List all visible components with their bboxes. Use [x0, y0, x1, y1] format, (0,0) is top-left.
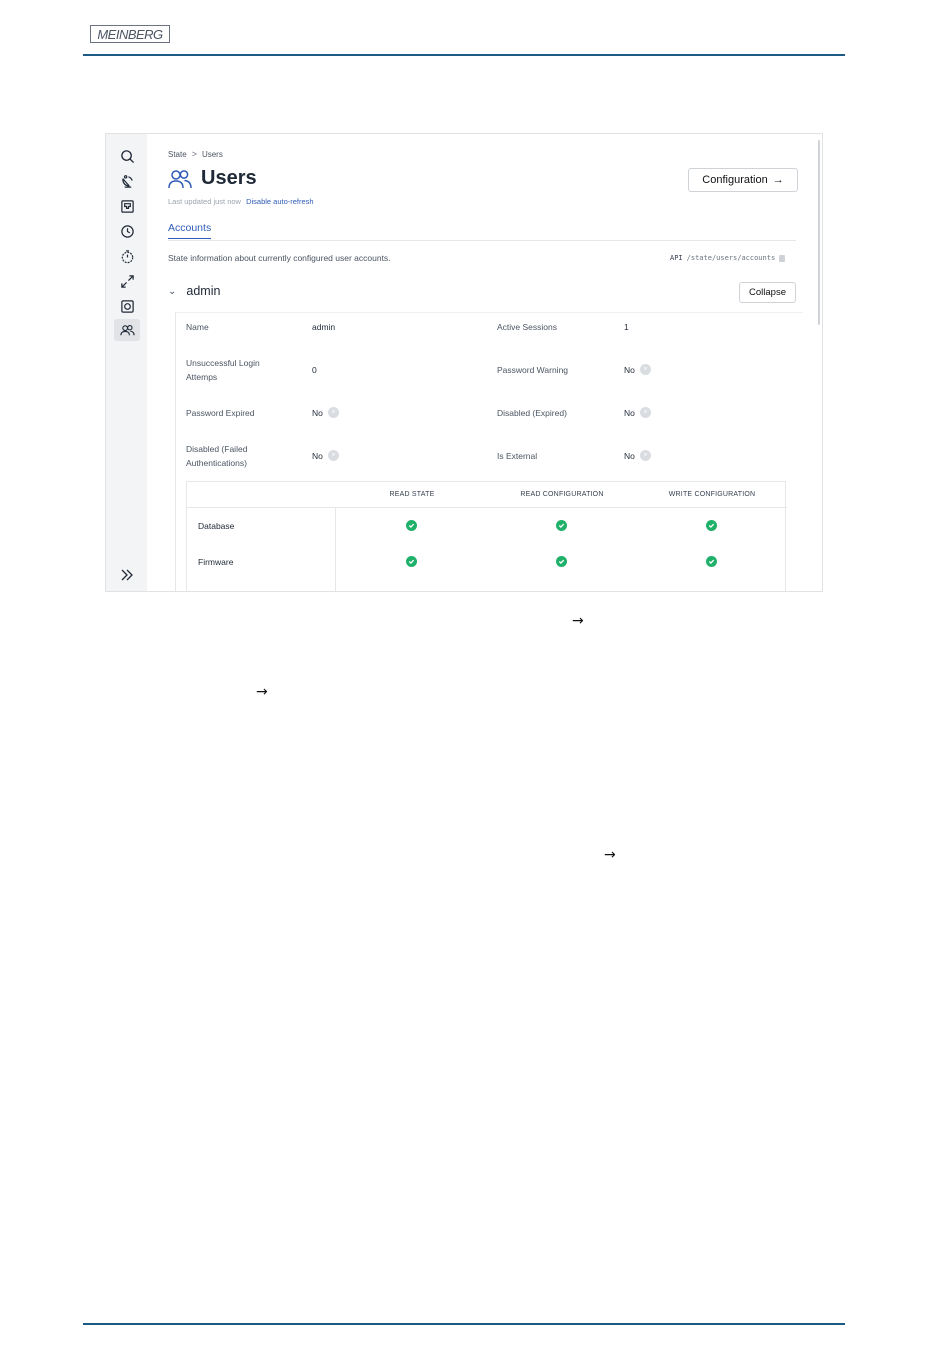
check-circle-icon: [556, 520, 567, 531]
unsuccessful-login-label-line1: Unsuccessful Login: [186, 358, 260, 368]
x-circle-icon: ×: [639, 364, 651, 375]
info-text: State information about currently config…: [168, 253, 391, 263]
disk-icon[interactable]: [114, 295, 140, 317]
unsuccessful-login-label-line2: Attemps: [186, 372, 218, 382]
doc-arrow-3: →: [604, 847, 616, 863]
name-value-text: admin: [312, 322, 336, 332]
clock-icon[interactable]: [114, 220, 140, 242]
disable-auto-refresh-link[interactable]: Disable auto-refresh: [246, 197, 314, 206]
x-circle-icon: ×: [639, 450, 651, 461]
disabled-expired-value-text: No: [624, 407, 635, 418]
password-warning-value: No ×: [624, 364, 651, 375]
unsuccessful-login-value: 0: [312, 365, 317, 375]
double-chevron-right-icon[interactable]: [116, 564, 138, 586]
last-updated-text: Last updated just now Disable auto-refre…: [168, 197, 314, 206]
active-sessions-label: Active Sessions: [497, 322, 557, 332]
check-circle-icon: [706, 520, 717, 531]
x-circle-icon: ×: [327, 407, 339, 418]
name-label: Name: [186, 322, 209, 332]
meinberg-logo: MEINBERG: [90, 25, 170, 43]
permissions-column-divider: [335, 508, 336, 591]
tab-accounts[interactable]: Accounts: [168, 222, 212, 239]
disabled-failed-label-line1: Disabled (Failed: [186, 444, 248, 454]
x-circle-icon: ×: [639, 407, 651, 418]
header-rule: [83, 54, 845, 56]
doc-arrow-2: →: [256, 684, 268, 700]
permissions-table-header: READ STATE READ CONFIGURATION WRITE CONF…: [187, 482, 787, 508]
breadcrumb: State > Users: [168, 149, 223, 159]
last-updated-label: Last updated just now: [168, 197, 241, 206]
check-circle-icon: [706, 556, 717, 567]
footer-rule: [83, 1323, 845, 1325]
users-icon[interactable]: [114, 319, 140, 341]
arrow-right-icon: →: [772, 174, 784, 186]
main-panel: State > Users Users Last updated just no…: [147, 134, 822, 591]
permissions-table: READ STATE READ CONFIGURATION WRITE CONF…: [186, 481, 787, 591]
unsuccessful-login-label: Unsuccessful Login Attemps: [186, 356, 260, 384]
name-value: admin: [312, 322, 335, 332]
breadcrumb-separator: >: [191, 149, 197, 159]
configuration-button-label: Configuration: [702, 174, 768, 186]
chevron-down-icon[interactable]: ⌄: [168, 286, 176, 297]
check-circle-icon: [406, 520, 417, 531]
breadcrumb-state[interactable]: State: [168, 150, 187, 159]
account-header[interactable]: ⌄ admin: [168, 284, 220, 298]
breadcrumb-users[interactable]: Users: [202, 150, 223, 159]
api-label: API: [670, 254, 683, 262]
is-external-value-text: No: [624, 450, 635, 461]
api-path: API /state/users/accounts: [670, 254, 786, 262]
network-port-icon[interactable]: [114, 195, 140, 217]
page-title: Users: [201, 167, 257, 189]
configuration-button[interactable]: Configuration →: [688, 168, 798, 192]
unsuccessful-login-value-text: 0: [312, 365, 317, 375]
stopwatch-icon[interactable]: [114, 245, 140, 267]
active-sessions-value: 1: [624, 322, 629, 332]
column-write-configuration: WRITE CONFIGURATION: [668, 491, 756, 498]
satellite-dish-icon[interactable]: [114, 170, 140, 192]
doc-arrow-1: →: [572, 613, 584, 629]
is-external-label: Is External: [497, 451, 538, 461]
disabled-failed-label-line2: Authentications): [186, 458, 247, 468]
expand-arrows-icon[interactable]: [114, 270, 140, 292]
is-external-value: No ×: [624, 450, 651, 461]
disabled-expired-value: No ×: [624, 407, 651, 418]
disabled-failed-label: Disabled (Failed Authentications): [186, 442, 247, 470]
disabled-failed-value: No ×: [312, 450, 339, 461]
password-expired-label: Password Expired: [186, 408, 255, 418]
column-read-configuration: READ CONFIGURATION: [520, 491, 604, 498]
search-icon[interactable]: [114, 145, 140, 167]
table-row-firmware: Firmware: [198, 557, 234, 567]
column-read-state: READ STATE: [389, 491, 435, 498]
x-circle-icon: ×: [327, 450, 339, 461]
api-path-text: /state/users/accounts: [686, 254, 776, 262]
tab-divider: [168, 240, 796, 241]
users-title-icon: [168, 169, 192, 188]
active-sessions-value-text: 1: [624, 322, 629, 332]
password-expired-value-text: No: [312, 407, 323, 418]
disabled-failed-value-text: No: [312, 450, 323, 461]
sidebar: [106, 134, 147, 591]
collapse-button[interactable]: Collapse: [739, 282, 796, 303]
copy-icon[interactable]: [779, 254, 786, 262]
password-expired-value: No ×: [312, 407, 339, 418]
check-circle-icon: [406, 556, 417, 567]
page-title-row: Users: [168, 167, 257, 190]
check-circle-icon: [556, 556, 567, 567]
ui-screenshot: State > Users Users Last updated just no…: [105, 133, 823, 592]
disabled-expired-label: Disabled (Expired): [497, 408, 567, 418]
password-warning-value-text: No: [624, 364, 635, 375]
password-warning-label: Password Warning: [497, 365, 569, 375]
table-row-database: Database: [198, 521, 235, 531]
vertical-scrollbar[interactable]: [818, 140, 820, 325]
account-name: admin: [186, 284, 221, 298]
